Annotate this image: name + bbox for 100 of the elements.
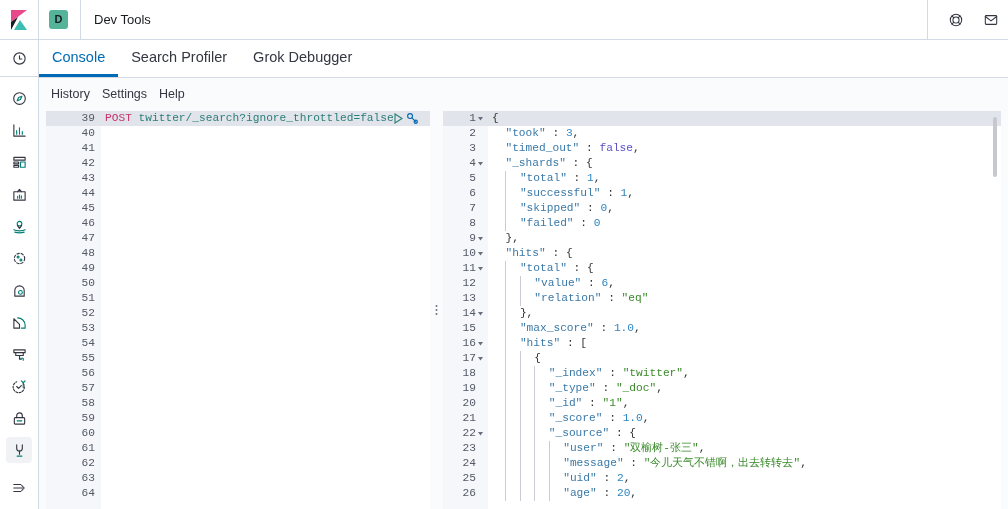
line-number: 24 [462,456,476,471]
line-number: 39 [81,111,95,126]
resize-handle[interactable] [435,304,438,316]
tab[interactable]: Search Profiler [118,39,241,77]
line-number: 60 [81,426,95,441]
code-line: "user" : "双榆树-张三", [488,441,706,456]
line-number: 52 [81,306,95,321]
collapse-menu-icon[interactable] [12,481,26,495]
line-number: 8 [469,216,476,231]
line-number: 56 [81,366,95,381]
mail-icon[interactable] [984,12,998,27]
line-number: 13 [462,291,476,306]
line-number: 18 [462,366,476,381]
code-line: "total" : 1, [488,171,601,186]
filter-icon[interactable] [11,346,27,362]
line-number: 57 [81,381,95,396]
fold-icon[interactable] [478,251,483,256]
code-line: "max_score" : 1.0, [488,321,641,336]
toolbar-link[interactable]: History [45,85,96,104]
line-number: 50 [81,276,95,291]
line-number: 64 [81,486,95,501]
code-line: "relation" : "eq" [488,291,649,306]
fold-icon[interactable] [478,116,483,121]
code-line: "_score" : 1.0, [488,411,650,426]
line-number: 54 [81,336,95,351]
bar-chart-icon[interactable] [11,122,27,138]
line-number: 11 [462,261,476,276]
code-line: "_source" : { [488,426,637,441]
line-number: 43 [81,171,95,186]
line-number: 21 [462,411,476,426]
line-number: 17 [462,351,476,366]
code-line: "timed_out" : false, [504,141,640,156]
compass-icon[interactable] [11,90,27,106]
play-icon[interactable] [393,113,403,124]
fold-icon[interactable] [478,431,483,436]
cluster-icon[interactable] [11,250,27,266]
code-line: "successful" : 1, [488,186,635,201]
toolbar-link[interactable]: Settings [95,85,154,104]
logo-icon[interactable] [11,9,27,30]
line-number: 9 [469,231,476,246]
clock-icon[interactable] [11,50,27,66]
code-line: }, [488,306,534,321]
code-line: "took" : 3, [504,126,580,141]
gauge-icon[interactable] [11,314,27,330]
scrollbar[interactable] [993,117,997,177]
tab[interactable]: Grok Debugger [240,39,366,77]
code-line: "value" : 6, [488,276,615,291]
space-avatar[interactable]: D [49,10,68,29]
code-line: "message" : "今儿天气不错啊，出去转转去", [488,456,807,471]
fold-icon[interactable] [478,356,483,361]
line-number: 22 [462,426,476,441]
line-number: 16 [462,336,476,351]
line-number: 1 [469,111,476,126]
line-number: 5 [469,171,476,186]
line-number: 14 [462,306,476,321]
code-line: "_shards" : { [504,156,593,171]
line-number: 44 [81,186,95,201]
fold-icon[interactable] [478,341,483,346]
line-number: 12 [462,276,476,291]
line-number: 7 [469,201,476,216]
map-pin-icon[interactable] [11,218,27,234]
dashboard-icon[interactable] [11,154,27,170]
page-title: Dev Tools [94,10,151,29]
uptime-icon[interactable] [11,378,27,394]
fold-icon[interactable] [478,311,483,316]
line-number: 10 [462,246,476,261]
code-line: "total" : { [488,261,594,276]
code-line: "uid" : 2, [488,471,631,486]
code-line: "hits" : [ [488,336,588,351]
code-line: "failed" : 0 [488,216,601,231]
code-line: "_type" : "_doc", [488,381,663,396]
fold-icon[interactable] [478,161,483,166]
line-number: 41 [81,141,95,156]
line-number: 15 [462,321,476,336]
code-line: "_index" : "twitter", [488,366,690,381]
line-number: 62 [81,456,95,471]
line-number: 2 [469,126,476,141]
code-line: "hits" : { [504,246,573,261]
code-line: POST twitter/_search?ignore_throttled=false [104,111,394,126]
line-number: 25 [462,471,476,486]
help-icon[interactable] [949,12,963,27]
lock-icon[interactable] [11,410,27,426]
line-number: 19 [462,381,476,396]
line-number: 6 [469,186,476,201]
line-number: 45 [81,201,95,216]
canvas-icon[interactable] [11,186,27,202]
tab[interactable]: Console [39,39,119,77]
line-number: 49 [81,261,95,276]
line-number: 42 [81,156,95,171]
line-number: 23 [462,441,476,456]
user-icon[interactable] [11,282,27,298]
line-number: 3 [469,141,476,156]
line-number: 53 [81,321,95,336]
line-number: 61 [81,441,95,456]
line-number: 46 [81,216,95,231]
line-number: 47 [81,231,95,246]
toolbar-link[interactable]: Help [153,85,191,104]
fold-icon[interactable] [478,236,483,241]
fold-icon[interactable] [478,266,483,271]
line-number: 63 [81,471,95,486]
